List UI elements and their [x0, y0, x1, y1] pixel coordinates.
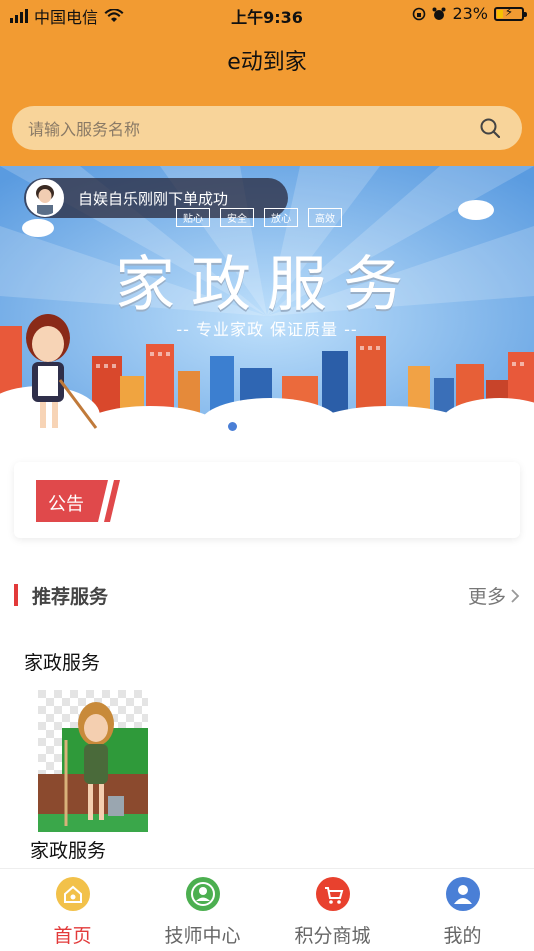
search-icon[interactable]	[480, 118, 500, 138]
technician-icon	[185, 877, 220, 911]
section-title: 推荐服务	[32, 586, 109, 608]
battery-percent: 23%	[452, 4, 488, 23]
more-link[interactable]: 更多	[468, 582, 520, 609]
rotation-lock-icon	[413, 7, 426, 20]
category-title: 家政服务	[24, 652, 101, 674]
section-marker	[14, 584, 18, 606]
tab-home[interactable]: 首页	[6, 877, 139, 948]
tab-label: 积分商城	[294, 925, 371, 947]
app-title: e动到家	[227, 50, 307, 75]
avatar	[26, 179, 64, 217]
more-label: 更多	[467, 586, 506, 608]
service-card[interactable]	[38, 690, 150, 832]
status-bar: 中国电信 上午9:36 23% ⚡	[0, 0, 534, 30]
banner-tag: 贴心	[176, 208, 210, 227]
banner-tag: 安全	[220, 208, 254, 227]
banner-tags: 贴心 安全 放心 高效	[176, 208, 342, 227]
user-icon	[445, 877, 480, 911]
tab-label: 技师中心	[164, 925, 241, 947]
alarm-icon	[432, 7, 446, 20]
home-icon	[55, 877, 90, 911]
service-card-label: 家政服务	[30, 840, 107, 862]
header: 中国电信 上午9:36 23% ⚡ e动到家	[0, 0, 534, 166]
chevron-right-icon	[511, 588, 520, 603]
service-thumbnail	[38, 690, 148, 832]
announcement-badge: 公告	[36, 480, 120, 522]
tab-label: 首页	[53, 925, 92, 947]
tab-label: 我的	[443, 925, 482, 947]
carousel-indicator[interactable]	[228, 422, 237, 431]
banner-tag: 放心	[264, 208, 298, 227]
announcement-label: 公告	[48, 494, 84, 515]
tab-points-mall[interactable]: 积分商城	[266, 877, 399, 948]
search-bar[interactable]	[12, 106, 522, 152]
banner-title: 家政服务	[115, 250, 419, 320]
banner-subtitle: -- 专业家政 保证质量 --	[176, 320, 358, 339]
banner-tag: 高效	[308, 208, 342, 227]
cart-icon	[315, 877, 350, 911]
bottom-tab-bar: 首页 技师中心 积分商城 我的	[0, 868, 534, 951]
search-input[interactable]	[26, 106, 470, 152]
tab-mine[interactable]: 我的	[396, 877, 529, 948]
toast-message: 自娱自乐刚刚下单成功	[78, 189, 229, 208]
battery-icon: ⚡	[494, 5, 527, 21]
tab-technician-center[interactable]: 技师中心	[136, 877, 269, 948]
announcement-card[interactable]: 公告	[14, 462, 520, 538]
